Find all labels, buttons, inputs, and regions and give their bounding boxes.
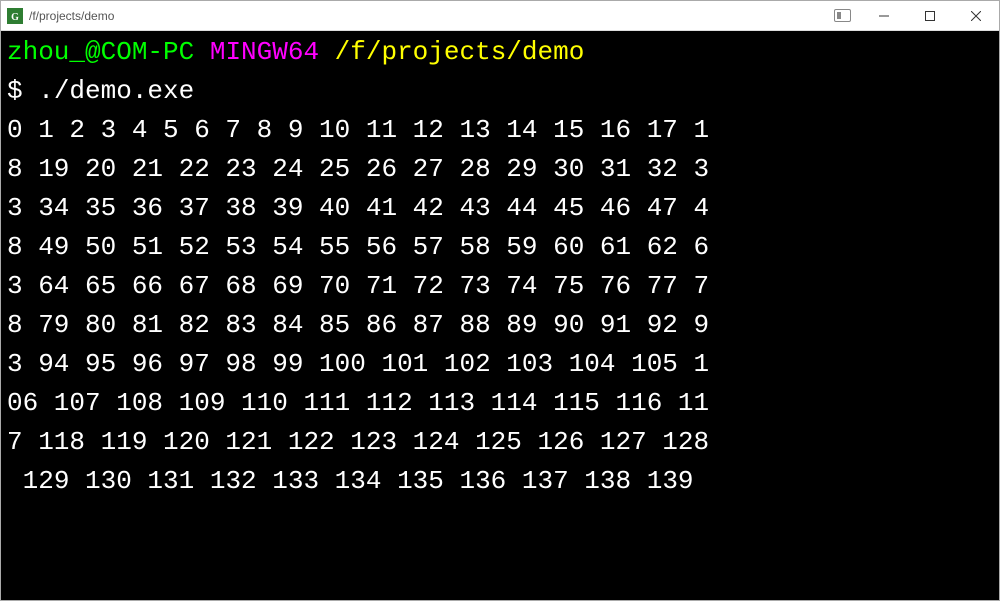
output-line: 8 79 80 81 82 83 84 85 86 87 88 89 90 91… xyxy=(7,310,709,340)
output-line: 129 130 131 132 133 134 135 136 137 138 … xyxy=(7,466,694,496)
output-line: 3 64 65 66 67 68 69 70 71 72 73 74 75 76… xyxy=(7,271,709,301)
output-line: 7 118 119 120 121 122 123 124 125 126 12… xyxy=(7,427,709,457)
minimize-button[interactable] xyxy=(861,1,907,30)
prompt-symbol: $ xyxy=(7,76,23,106)
prompt-env: MINGW64 xyxy=(210,37,319,67)
prompt-user-host: zhou_@COM-PC xyxy=(7,37,194,67)
maximize-icon xyxy=(925,11,935,21)
titlebar[interactable]: G /f/projects/demo xyxy=(1,1,999,31)
scroll-indicator-icon xyxy=(834,9,851,22)
output-line: 3 34 35 36 37 38 39 40 41 42 43 44 45 46… xyxy=(7,193,709,223)
output-line: 3 94 95 96 97 98 99 100 101 102 103 104 … xyxy=(7,349,709,379)
terminal-body[interactable]: zhou_@COM-PC MINGW64 /f/projects/demo $ … xyxy=(1,31,999,600)
minimize-icon xyxy=(879,11,889,21)
close-button[interactable] xyxy=(953,1,999,30)
terminal-window: G /f/projects/demo zhou xyxy=(0,0,1000,601)
output-line: 0 1 2 3 4 5 6 7 8 9 10 11 12 13 14 15 16… xyxy=(7,115,709,145)
output-line: 8 49 50 51 52 53 54 55 56 57 58 59 60 61… xyxy=(7,232,709,262)
prompt-path: /f/projects/demo xyxy=(335,37,585,67)
maximize-button[interactable] xyxy=(907,1,953,30)
app-icon: G xyxy=(7,8,23,24)
output-line: 8 19 20 21 22 23 24 25 26 27 28 29 30 31… xyxy=(7,154,709,184)
output-line: 06 107 108 109 110 111 112 113 114 115 1… xyxy=(7,388,709,418)
close-icon xyxy=(971,11,981,21)
svg-text:G: G xyxy=(11,12,19,23)
window-controls xyxy=(861,1,999,30)
command-text: ./demo.exe xyxy=(38,76,194,106)
window-title: /f/projects/demo xyxy=(29,9,834,23)
